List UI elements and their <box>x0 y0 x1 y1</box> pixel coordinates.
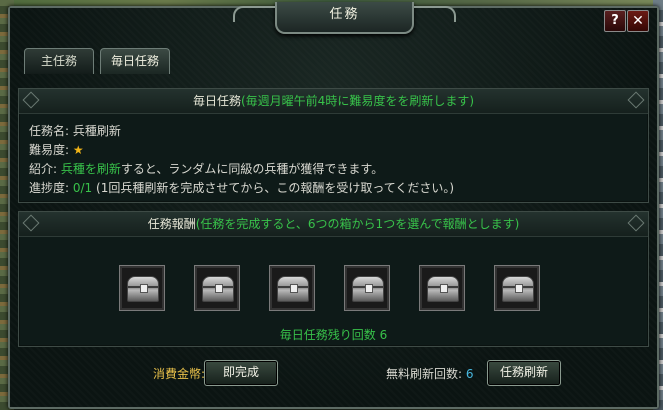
refresh-task-button[interactable]: 任務刷新 <box>487 360 561 386</box>
reward-chest-2[interactable] <box>194 265 240 311</box>
treasure-chest-icon <box>352 276 384 302</box>
reward-chest-4[interactable] <box>344 265 390 311</box>
task-panel-heading: 毎日任務(毎週月曜午前4時に難易度をを刷新します) <box>19 89 648 114</box>
reward-panel-note: (任務を完成すると、6つの箱から1つを選んで報酬とします) <box>195 217 520 231</box>
progress-label: 進捗度: <box>29 181 70 195</box>
task-panel-note: (毎週月曜午前4時に難易度をを刷新します) <box>241 94 474 108</box>
intro-row: 紹介: 兵種を刷新すると、ランダムに同級の兵種が獲得できます。 <box>29 160 383 178</box>
reward-panel: 任務報酬(任務を完成すると、6つの箱から1つを選んで報酬とします) 毎日任務残り… <box>18 211 649 347</box>
free-refresh-label: 無料刷新回数: <box>386 367 463 381</box>
treasure-chest-icon <box>202 276 234 302</box>
task-info-panel: 毎日任務(毎週月曜午前4時に難易度をを刷新します) 任務名: 兵種刷新 難易度:… <box>18 88 649 203</box>
window-title: 任務 <box>233 2 456 34</box>
free-refresh-count: 6 <box>465 367 474 381</box>
star-icon: ★ <box>72 143 84 157</box>
tab-daily-quest[interactable]: 毎日任務 <box>100 48 170 74</box>
reward-panel-title: 任務報酬 <box>147 217 196 231</box>
intro-text: すると、ランダムに同級の兵種が獲得できます。 <box>120 162 384 176</box>
chest-row <box>19 265 648 315</box>
difficulty-row: 難易度: ★ <box>29 141 84 159</box>
close-button[interactable]: ✕ <box>627 10 649 32</box>
treasure-chest-icon <box>127 276 159 302</box>
task-window: 任務 ? ✕ 主任務 毎日任務 毎日任務(毎週月曜午前4時に難易度をを刷新します… <box>8 2 659 409</box>
progress-row: 進捗度: 0/1 (1回兵種刷新を完成させてから、この報酬を受け取ってください。… <box>29 179 454 197</box>
help-button[interactable]: ? <box>604 10 626 32</box>
tab-main-quest[interactable]: 主任務 <box>24 48 94 74</box>
intro-label: 紹介: <box>29 162 58 176</box>
cost-label: 消費金幣: <box>153 367 206 381</box>
instant-complete-button[interactable]: 即完成 <box>204 360 278 386</box>
task-panel-title: 毎日任務 <box>192 94 241 108</box>
reward-chest-3[interactable] <box>269 265 315 311</box>
progress-note: (1回兵種刷新を完成させてから、この報酬を受け取ってください。) <box>96 181 455 195</box>
treasure-chest-icon <box>502 276 534 302</box>
task-name-value: 兵種刷新 <box>72 124 121 138</box>
task-name-row: 任務名: 兵種刷新 <box>29 122 121 140</box>
difficulty-label: 難易度: <box>29 143 70 157</box>
remaining-count: 毎日任務残り回数 6 <box>279 328 388 342</box>
reward-chest-1[interactable] <box>119 265 165 311</box>
reward-panel-heading: 任務報酬(任務を完成すると、6つの箱から1つを選んで報酬とします) <box>19 212 648 237</box>
intro-highlight: 兵種を刷新 <box>60 162 121 176</box>
reward-chest-6[interactable] <box>494 265 540 311</box>
treasure-chest-icon <box>427 276 459 302</box>
treasure-chest-icon <box>277 276 309 302</box>
task-name-label: 任務名: <box>29 124 70 138</box>
progress-value: 0/1 <box>72 181 93 195</box>
reward-chest-5[interactable] <box>419 265 465 311</box>
free-refresh-info: 無料刷新回数: 6 <box>386 366 474 382</box>
